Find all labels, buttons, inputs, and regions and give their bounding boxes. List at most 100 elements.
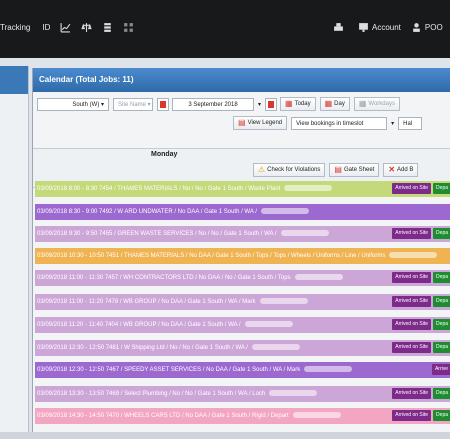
- booking-tags: Arrive: [430, 364, 450, 375]
- booking-tags: Arrived on Site Depa: [390, 342, 450, 353]
- depart-badge[interactable]: Depa: [433, 342, 450, 353]
- arrived-badge[interactable]: Arrived on Site: [392, 410, 432, 421]
- booking-row[interactable]: 03/09/2018 8:00 - 8:30 7454 / THAMES MAT…: [35, 181, 450, 197]
- booking-text: 03/09/2018 11:20 - 11:40 7404 / WB GROUP…: [37, 322, 241, 328]
- booking-row[interactable]: 03/09/2018 13:30 - 13:50 7469 / Select P…: [35, 386, 450, 402]
- gate-sheet-label: Gate Sheet: [343, 167, 375, 173]
- workdays-label: Workdays: [368, 101, 395, 107]
- top-nav: Tracking ID: [0, 22, 134, 33]
- booking-row[interactable]: 03/09/2018 11:00 - 11:30 7457 / WH CONTR…: [35, 270, 450, 286]
- booking-row[interactable]: 03/09/2018 10:30 - 10:50 7451 / THAMES M…: [35, 248, 450, 264]
- depart-badge[interactable]: Depa: [433, 388, 450, 399]
- booking-text: 03/09/2018 8:30 - 9:00 7492 / W ARD UNDW…: [37, 209, 257, 215]
- date-select[interactable]: 3 September 2018: [172, 97, 254, 111]
- chart-icon[interactable]: [60, 22, 71, 33]
- check-violations-label: Check for Violations: [267, 167, 321, 173]
- account-link[interactable]: Account: [372, 23, 401, 32]
- redacted-text: [304, 366, 353, 373]
- redacted-text: [294, 274, 343, 281]
- account-area: Account POO: [333, 22, 443, 33]
- view-legend-button[interactable]: ▤ View Legend: [233, 116, 288, 130]
- day-name: Monday: [151, 151, 178, 158]
- arrived-badge[interactable]: Arrived on Site: [392, 388, 432, 399]
- calendar-week-icon: ▦: [358, 99, 367, 108]
- booking-tags: Arrived on Site Depa: [390, 319, 450, 330]
- close-icon: ✕: [388, 165, 396, 174]
- check-violations-button[interactable]: ⚠ Check for Violations: [253, 163, 326, 177]
- booking-text: 03/09/2018 11:00 - 11:20 7478 / WB GROUP…: [37, 299, 256, 305]
- depart-badge[interactable]: Depa: [433, 319, 450, 330]
- depart-badge[interactable]: Depa: [433, 272, 450, 283]
- nav-id[interactable]: ID: [42, 23, 50, 32]
- redacted-text: [260, 208, 309, 215]
- depart-badge[interactable]: Depa: [433, 228, 450, 239]
- hour-select[interactable]: Hal: [398, 116, 423, 130]
- booking-row[interactable]: 03/09/2018 11:00 - 11:20 7478 / WB GROUP…: [35, 294, 450, 310]
- arrived-badge[interactable]: Arrive: [431, 364, 450, 375]
- nav-tracking[interactable]: Tracking: [0, 23, 30, 32]
- arrived-badge[interactable]: Arrived on Site: [392, 342, 432, 353]
- depart-badge[interactable]: Depa: [433, 183, 450, 194]
- redacted-text: [280, 230, 329, 237]
- top-bar: Tracking ID Account POO: [0, 0, 450, 58]
- depart-badge[interactable]: Depa: [433, 296, 450, 307]
- calendar-icon: ▦: [285, 99, 293, 108]
- day-actions: ⚠ Check for Violations ▤ Gate Sheet ✕ Add B: [33, 163, 450, 177]
- calendar-title: Calendar (Total Jobs: 11): [33, 68, 450, 92]
- arrived-badge[interactable]: Arrived on Site: [392, 183, 432, 194]
- booking-row[interactable]: 03/09/2018 12:30 - 12:50 7481 / W Shippi…: [35, 340, 450, 356]
- arrived-badge[interactable]: Arrived on Site: [392, 228, 432, 239]
- chevron-down-icon[interactable]: ▾: [258, 101, 261, 108]
- booking-row[interactable]: 03/09/2018 8:30 - 9:00 7492 / W ARD UNDW…: [35, 204, 450, 220]
- booking-row[interactable]: 03/09/2018 9:30 - 9:50 7455 / GREEN WAST…: [35, 226, 450, 242]
- booking-tags: Arrived on Site Depa: [390, 388, 450, 399]
- view-legend-label: View Legend: [247, 120, 283, 126]
- user-link[interactable]: POO: [425, 23, 443, 32]
- today-button[interactable]: ▦ Today: [280, 97, 316, 111]
- booking-row[interactable]: 03/09/2018 14:30 - 14:50 7470 / WHEELS C…: [35, 408, 450, 424]
- calendar-day-icon: ▦: [324, 99, 333, 108]
- booking-row[interactable]: 03/09/2018 12:30 - 12:50 7467 / SPEEDY A…: [35, 362, 450, 378]
- redacted-text: [244, 321, 293, 328]
- grid-icon[interactable]: [123, 22, 134, 33]
- location-select[interactable]: South (W) ▾: [37, 97, 109, 111]
- day-button[interactable]: ▦ Day: [319, 97, 350, 111]
- booking-text: 03/09/2018 13:30 - 13:50 7469 / Select P…: [37, 391, 266, 397]
- add-button[interactable]: ✕ Add B: [383, 163, 419, 177]
- calendar-picker-icon[interactable]: [157, 97, 169, 111]
- redacted-text: [389, 252, 438, 259]
- printer-icon[interactable]: [333, 22, 344, 33]
- booking-text: 03/09/2018 9:30 - 9:50 7455 / GREEN WAST…: [37, 231, 277, 237]
- booking-text: 03/09/2018 14:30 - 14:50 7470 / WHEELS C…: [37, 413, 289, 419]
- prev-date-icon[interactable]: [265, 97, 278, 111]
- booking-tags: Arrived on Site Depa: [390, 228, 450, 239]
- view-bookings-select[interactable]: View bookings in timeslot: [291, 116, 388, 130]
- horizontal-scrollbar[interactable]: [0, 432, 450, 439]
- arrived-badge[interactable]: Arrived on Site: [392, 272, 432, 283]
- stack-icon[interactable]: [102, 22, 113, 33]
- redacted-text: [292, 412, 341, 419]
- booking-text: 03/09/2018 12:30 - 12:50 7481 / W Shippi…: [37, 345, 248, 351]
- booking-text: 03/09/2018 12:30 - 12:50 7467 / SPEEDY A…: [37, 367, 301, 373]
- booking-row[interactable]: 03/09/2018 11:20 - 11:40 7404 / WB GROUP…: [35, 317, 450, 333]
- depart-badge[interactable]: Depa: [433, 410, 450, 421]
- workdays-button[interactable]: ▦ Workdays: [353, 97, 400, 111]
- day-label: Day: [334, 101, 345, 107]
- calendar-toolbar-2: ▤ View Legend View bookings in timeslot ▾…: [33, 116, 450, 130]
- redacted-text: [259, 298, 308, 305]
- calendar-toolbar: South (W) ▾ Site Name ▾ 3 September 2018…: [33, 97, 450, 111]
- gate-sheet-button[interactable]: ▤ Gate Sheet: [329, 163, 380, 177]
- scales-icon[interactable]: [81, 22, 93, 33]
- redacted-text: [251, 344, 300, 351]
- user-icon: [413, 23, 420, 32]
- arrived-badge[interactable]: Arrived on Site: [392, 296, 432, 307]
- monitor-icon: [359, 23, 368, 32]
- redacted-text: [284, 185, 333, 192]
- bookings-chevron-icon[interactable]: ▾: [391, 120, 394, 127]
- site-select[interactable]: Site Name ▾: [113, 97, 153, 111]
- arrived-badge[interactable]: Arrived on Site: [392, 319, 432, 330]
- booking-tags: Arrived on Site Depa: [390, 183, 450, 194]
- sheet-icon: ▤: [334, 165, 342, 174]
- calendar-panel: Calendar (Total Jobs: 11) South (W) ▾ Si…: [32, 68, 450, 439]
- add-label: Add B: [397, 167, 414, 173]
